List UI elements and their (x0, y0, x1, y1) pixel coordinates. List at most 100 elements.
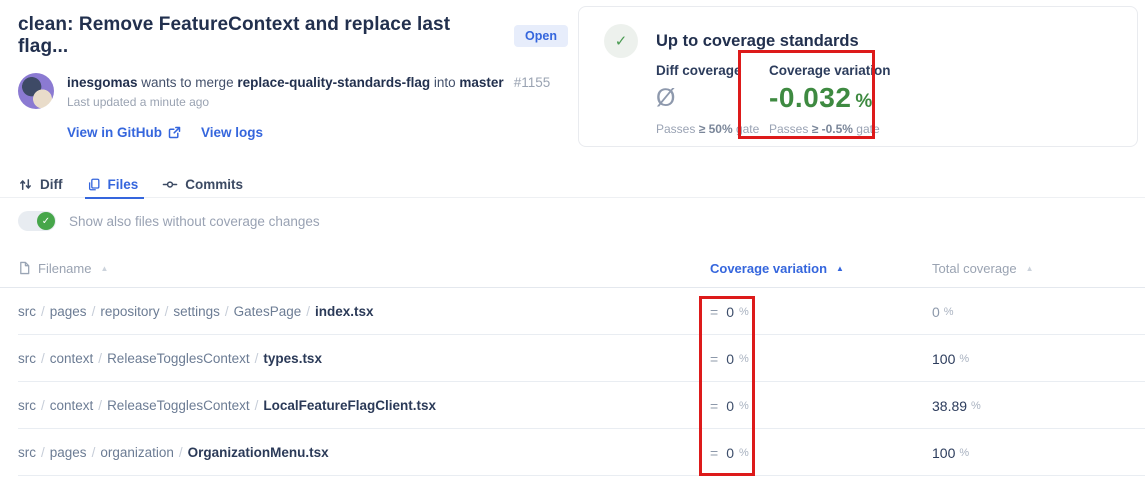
column-header-coverage-variation[interactable]: Coverage variation ▲ (710, 248, 844, 288)
path-separator: / (254, 398, 259, 413)
tabs-bar: Diff Files Commits (0, 170, 1145, 199)
sort-icon-filename: ▲ (100, 263, 109, 273)
path-segment: GatesPage (233, 304, 302, 319)
total-coverage-percent-sign: % (959, 352, 970, 365)
table-row[interactable]: src / context / ReleaseTogglesContext / types.… (18, 335, 1145, 382)
gate-threshold: ≥ 50% (698, 122, 733, 136)
variation-percent-sign: % (738, 446, 749, 459)
variation-unit: % (855, 91, 873, 112)
pr-byline: inesgomas wants to merge replace-quality… (67, 73, 550, 92)
file-path[interactable]: src / pages / organization / OrganizationMenu.… (18, 429, 329, 476)
byline-action: wants to merge (137, 75, 238, 90)
gate-suffix: gate (732, 122, 760, 136)
variation-percent-sign: % (738, 305, 749, 318)
diff-coverage-gate: Passes ≥ 50% gate (656, 122, 766, 136)
tab-commits-label: Commits (185, 176, 244, 192)
file-path[interactable]: src / context / ReleaseTogglesContext / LocalF… (18, 382, 436, 429)
path-segment: repository (100, 304, 160, 319)
coverage-standards-card: ✓ Up to coverage standards Diff coverage… (578, 6, 1138, 147)
path-separator: / (91, 445, 96, 460)
coverage-variation-metric: Coverage variation -0.032% Passes ≥ -0.5… (769, 63, 909, 136)
file-name: OrganizationMenu.tsx (187, 445, 329, 460)
path-segment: organization (100, 445, 174, 460)
tab-files[interactable]: Files (84, 170, 145, 199)
coverage-variation-cell: = 0 % (710, 288, 749, 335)
file-name: index.tsx (314, 304, 374, 319)
table-row[interactable]: src / pages / repository / settings / GatesPage /… (18, 288, 1145, 335)
byline-into: into (430, 75, 460, 90)
coverage-filter-toggle-row: ✓ Show also files without coverage chang… (18, 211, 320, 231)
last-updated: Last updated a minute ago (67, 95, 210, 110)
column-header-filename[interactable]: Filename ▲ (18, 248, 108, 288)
variation-equals-sign: = (710, 350, 719, 367)
path-segment: context (49, 398, 94, 413)
empty-set-icon: Ø (656, 84, 676, 112)
pr-title: clean: Remove FeatureContext and replace… (18, 14, 451, 57)
variation-value: 0 (726, 397, 734, 414)
path-segment: settings (173, 304, 220, 319)
show-files-toggle[interactable]: ✓ (18, 211, 56, 231)
diff-coverage-label: Diff coverage (656, 63, 742, 78)
variation-number: -0.032 (769, 82, 852, 113)
variation-equals-sign: = (710, 444, 719, 461)
path-segment: src (18, 304, 36, 319)
pr-number: #1155 (513, 75, 551, 90)
tab-diff[interactable]: Diff (18, 170, 63, 198)
path-separator: / (91, 304, 96, 319)
total-coverage-value: 100 (932, 444, 956, 461)
table-row[interactable]: src / pages / organization / OrganizationMenu.… (18, 429, 1145, 476)
file-name: LocalFeatureFlagClient.tsx (263, 398, 436, 413)
tab-commits[interactable]: Commits (162, 170, 243, 198)
view-in-github-link[interactable]: View in GitHub (67, 125, 181, 140)
coverage-variation-cell: = 0 % (710, 382, 749, 429)
git-compare-icon (20, 178, 31, 190)
gate-prefix: Passes (769, 121, 812, 136)
column-header-total-coverage[interactable]: Total coverage ▲ (932, 248, 1033, 288)
view-logs-label: View logs (201, 125, 264, 141)
view-logs-link[interactable]: View logs (201, 125, 263, 140)
toggle-label: Show also files without coverage changes (69, 213, 320, 229)
author-name: inesgomas (67, 75, 138, 90)
pr-header: clean: Remove FeatureContext and replace… (18, 14, 568, 140)
coverage-variation-cell: = 0 % (710, 429, 749, 476)
path-separator: / (41, 351, 45, 366)
table-row[interactable]: src / context / ReleaseTogglesContext / LocalF… (18, 382, 1145, 429)
variation-value: 0 (726, 350, 734, 367)
variation-percent-sign: % (738, 352, 749, 365)
path-segment: src (18, 398, 36, 413)
variation-equals-sign: = (710, 303, 719, 320)
total-coverage-value: 100 (932, 350, 956, 367)
path-segment: pages (49, 445, 87, 460)
total-coverage-cell: 100 % (932, 429, 969, 476)
path-separator: / (178, 445, 183, 460)
table-header: Filename ▲ Coverage variation ▲ Total co… (0, 248, 1145, 288)
avatar (18, 73, 54, 109)
check-circle-icon: ✓ (604, 24, 638, 58)
total-coverage-value: 38.89 (932, 397, 968, 414)
file-icon (20, 261, 30, 275)
path-segment: pages (49, 304, 87, 319)
total-coverage-percent-sign: % (943, 305, 954, 318)
gate-suffix: gate (852, 121, 880, 136)
toggle-check-icon: ✓ (37, 212, 55, 230)
path-separator: / (98, 398, 103, 413)
tab-files-label: Files (107, 176, 139, 192)
file-path[interactable]: src / context / ReleaseTogglesContext / types.… (18, 335, 322, 382)
tab-diff-label: Diff (40, 176, 63, 192)
variation-value: 0 (726, 444, 734, 461)
total-coverage-cell: 38.89 % (932, 382, 981, 429)
file-name: types.tsx (263, 351, 322, 366)
source-branch: replace-quality-standards-flag (237, 75, 431, 90)
total-coverage-cell: 100 % (932, 335, 969, 382)
coverage-report-page: clean: Remove FeatureContext and replace… (0, 0, 1145, 487)
path-separator: / (164, 304, 169, 319)
total-coverage-percent-sign: % (959, 446, 970, 459)
sort-icon-coverage-variation: ▲ (836, 263, 844, 273)
coverage-variation-value: -0.032% (769, 82, 909, 114)
path-separator: / (254, 351, 259, 366)
variation-value: 0 (726, 303, 734, 320)
pr-status-badge: Open (514, 24, 568, 48)
file-path[interactable]: src / pages / repository / settings / GatesPage /… (18, 288, 374, 335)
table-body: src / pages / repository / settings / GatesPage /… (0, 288, 1145, 476)
gate-threshold: ≥ -0.5% (811, 121, 853, 136)
